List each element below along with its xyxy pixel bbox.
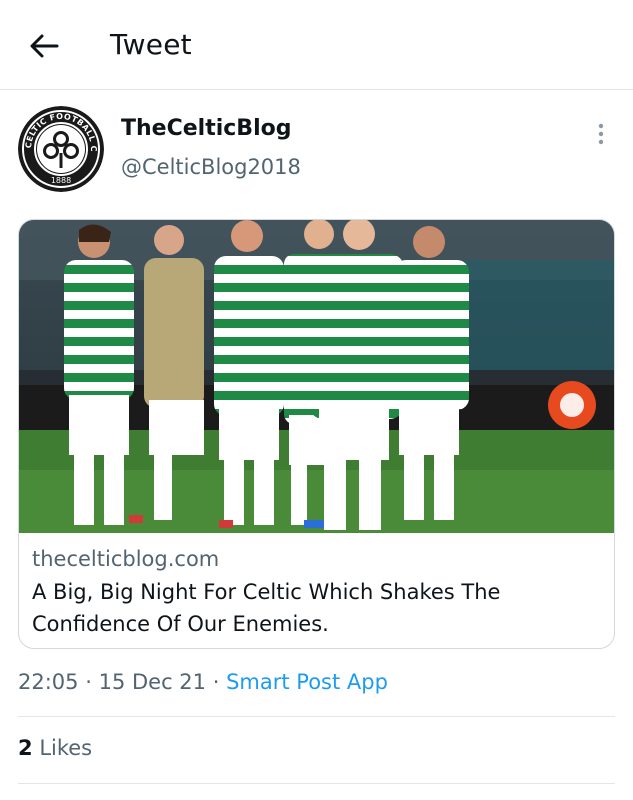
link-preview-image <box>19 220 614 533</box>
svg-text:1888: 1888 <box>51 176 71 185</box>
top-bar: Tweet <box>0 0 633 90</box>
tweet-date[interactable]: 15 Dec 21 <box>99 670 206 694</box>
likes-stat[interactable]: 2 Likes <box>18 736 92 760</box>
author-display-name[interactable]: TheCelticBlog <box>121 116 291 141</box>
more-options-button[interactable] <box>588 118 614 150</box>
link-preview-card[interactable]: theceltic​blog.com A Big, Big Night For … <box>18 219 615 649</box>
arrow-left-icon <box>30 34 59 58</box>
divider <box>18 783 615 784</box>
link-title: A Big, Big Night For Celtic Which Shakes… <box>32 580 501 636</box>
link-domain: theceltic​blog.com <box>32 547 220 571</box>
avatar[interactable]: THE CELTIC FOOTBALL CLUB 1888 <box>18 106 104 192</box>
meta-separator: · <box>85 670 92 694</box>
tweet-time[interactable]: 22:05 <box>18 670 79 694</box>
author-handle[interactable]: @CelticBlog2018 <box>121 155 301 179</box>
more-vertical-icon <box>598 123 604 145</box>
tweet-source-link[interactable]: Smart Post App <box>226 670 388 694</box>
tweet-timestamp-row: 22:05 · 15 Dec 21 · Smart Post App <box>18 670 388 694</box>
meta-separator: · <box>212 670 220 694</box>
likes-label: Likes <box>39 736 93 760</box>
likes-count: 2 <box>18 736 33 760</box>
celtic-crest-icon: THE CELTIC FOOTBALL CLUB 1888 <box>18 106 104 192</box>
divider <box>18 716 615 717</box>
back-button[interactable] <box>22 26 66 66</box>
page-title: Tweet <box>110 28 192 61</box>
